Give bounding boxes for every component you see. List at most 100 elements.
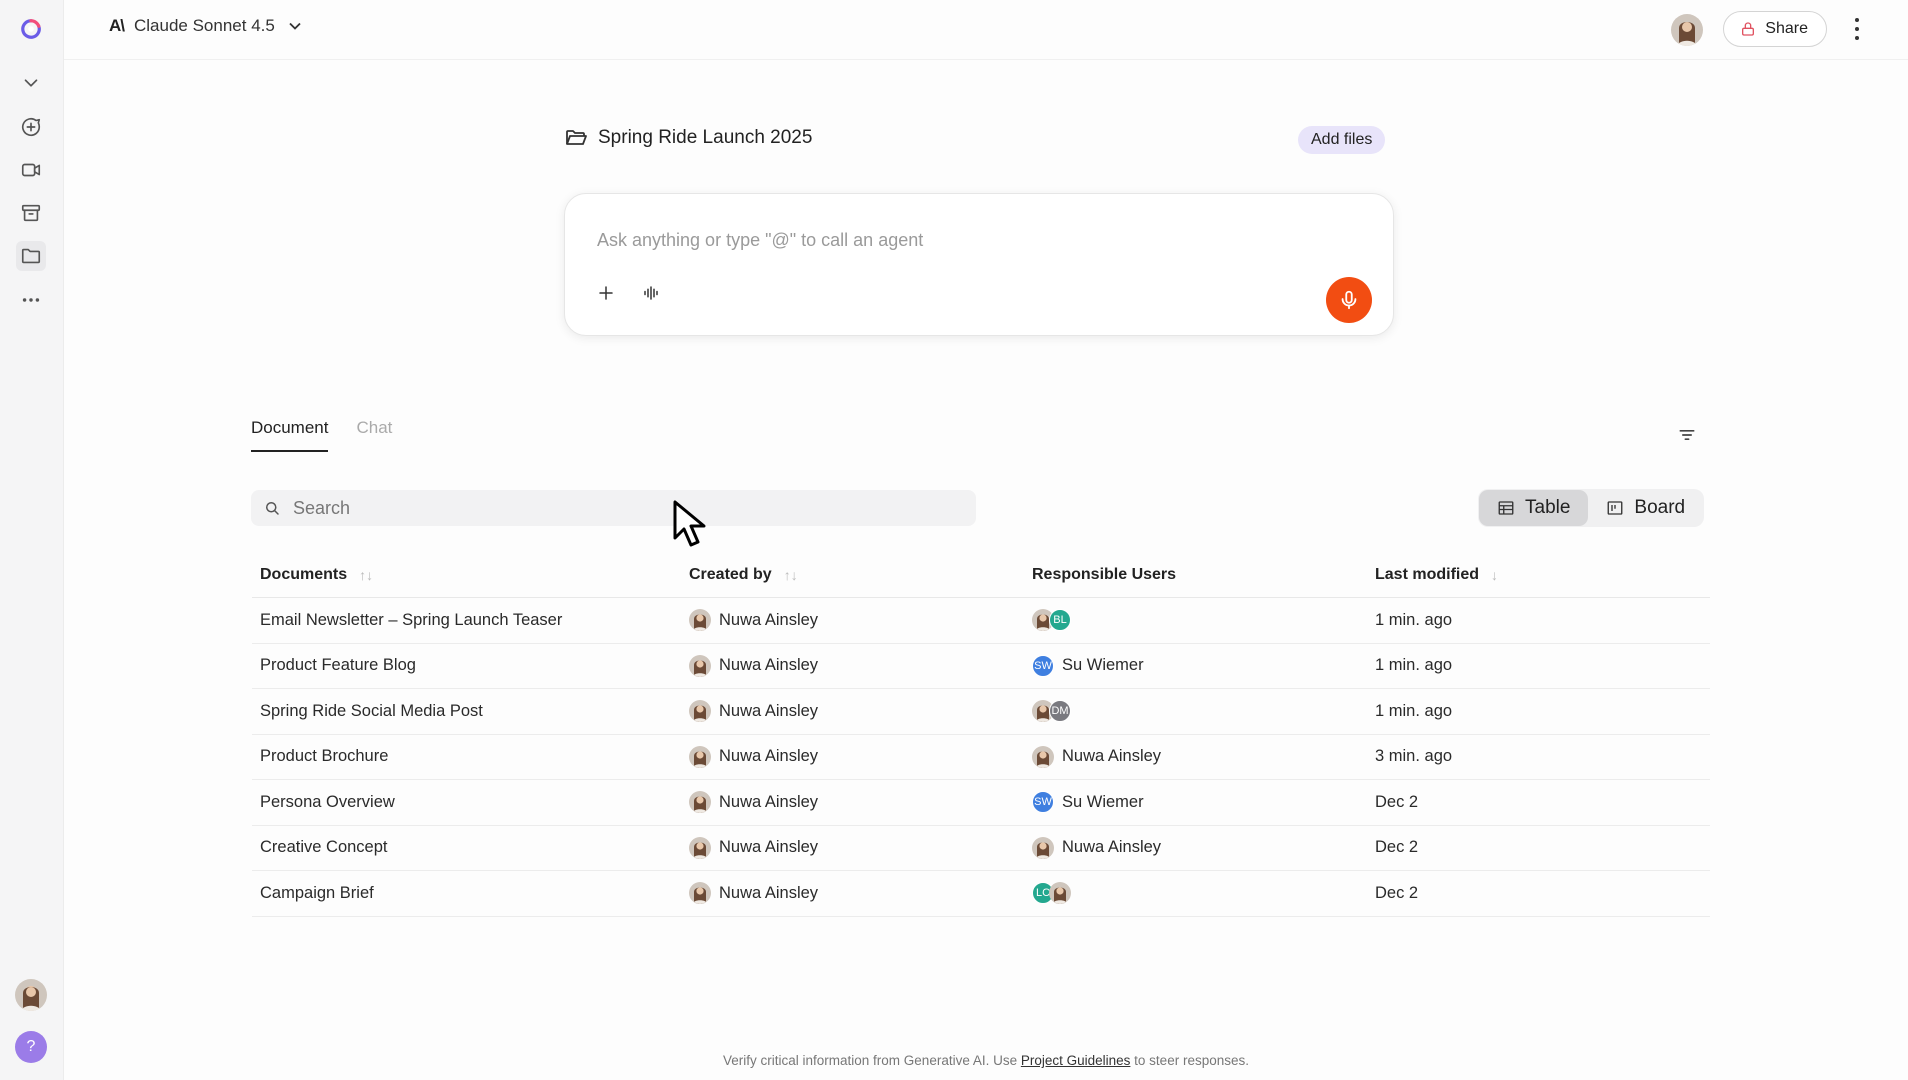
audio-wave-icon[interactable] [642,284,660,302]
search-input[interactable] [293,497,933,519]
tab-document[interactable]: Document [251,418,329,452]
creator-name: Nuwa Ainsley [719,747,819,766]
sort-icon[interactable]: ↑↓ [359,567,373,583]
disclaimer-footer: Verify critical information from Generat… [0,1053,1908,1068]
prompt-input[interactable]: Ask anything or type "@" to call an agen… [597,230,923,251]
video-icon[interactable] [16,155,46,185]
avatar-initials: DM [1049,700,1071,723]
document-name[interactable]: Spring Ride Social Media Post [252,702,681,721]
column-header-created-by[interactable]: Created by ↑↓ [681,566,1024,584]
creator-name: Nuwa Ainsley [719,701,819,720]
created-by-cell: Nuwa Ainsley [681,745,1024,768]
folder-icon[interactable] [16,241,46,271]
table-row[interactable]: Email Newsletter – Spring Launch Teaser N… [252,598,1710,644]
share-button[interactable]: Share [1723,11,1827,47]
responsible-users-cell[interactable]: SW Su Wiemer [1024,654,1367,677]
column-header-responsible-users[interactable]: Responsible Users [1024,566,1367,584]
chevron-down-icon [289,22,301,30]
avatar-stack [1032,836,1054,859]
created-by-cell: Nuwa Ainsley [681,700,1024,723]
mouse-cursor-icon [673,500,706,547]
avatar-initials: SW [1032,791,1054,814]
model-selector[interactable]: A\ Claude Sonnet 4.5 [109,16,305,36]
app-logo-icon[interactable] [16,14,46,44]
last-modified-cell: 1 min. ago [1375,656,1453,675]
microphone-button[interactable] [1326,277,1372,323]
filter-icon[interactable] [1677,425,1697,445]
last-modified-cell: 3 min. ago [1375,747,1453,766]
document-name[interactable]: Campaign Brief [252,884,681,903]
table-header: Documents ↑↓ Created by ↑↓ Responsible Use… [252,552,1710,598]
avatar [1032,745,1054,768]
tab-chat[interactable]: Chat [356,418,392,452]
responsible-users-cell[interactable]: Nuwa Ainsley [1024,745,1367,768]
responsible-users-cell[interactable]: LC [1024,882,1367,905]
new-chat-icon[interactable] [16,112,46,142]
footer-text-after: to steer responses. [1130,1053,1249,1068]
document-name[interactable]: Product Brochure [252,747,681,766]
microphone-icon [1341,290,1357,310]
model-logo-icon: A\ [109,16,125,35]
chevron-down-icon[interactable] [16,68,46,98]
last-modified-cell: Dec 2 [1375,792,1419,811]
plus-icon[interactable] [597,284,615,302]
column-header-last-modified[interactable]: Last modified ↓ [1367,566,1710,584]
add-files-button[interactable]: Add files [1298,126,1386,154]
created-by-cell: Nuwa Ainsley [681,654,1024,677]
table-row[interactable]: Persona Overview Nuwa Ainsley SW Su Wiemer D… [252,780,1710,826]
top-bar: A\ Claude Sonnet 4.5 Share [64,0,1908,60]
avatar-initials: SW [1032,654,1054,677]
collaborator-avatar[interactable] [1671,14,1703,46]
column-header-documents[interactable]: Documents ↑↓ [252,566,681,584]
responsible-user-name: Nuwa Ainsley [1062,838,1162,857]
board-view-label: Board [1634,497,1686,518]
more-options-icon[interactable] [1852,18,1862,40]
archive-icon[interactable] [16,198,46,228]
search-icon [266,502,279,515]
responsible-user-name: Su Wiemer [1062,656,1144,675]
avatar [689,654,711,677]
avatar [689,609,711,632]
sort-icon[interactable]: ↓ [1491,567,1498,583]
table-row[interactable]: Product Feature Blog Nuwa Ainsley SW Su Wie… [252,644,1710,689]
board-icon [1607,501,1623,515]
document-name[interactable]: Product Feature Blog [252,656,681,675]
created-by-cell: Nuwa Ainsley [681,882,1024,905]
responsible-users-cell[interactable]: Nuwa Ainsley [1024,836,1367,859]
document-name[interactable]: Persona Overview [252,793,681,812]
board-view-button[interactable]: Board [1588,490,1703,526]
document-name[interactable]: Creative Concept [252,838,681,857]
sort-icon[interactable]: ↑↓ [784,567,798,583]
prompt-box[interactable]: Ask anything or type "@" to call an agen… [564,193,1394,336]
table-row[interactable]: Product Brochure Nuwa Ainsley Nuwa Ainsley… [252,735,1710,780]
last-modified-cell: Dec 2 [1375,883,1419,902]
footer-text-before: Verify critical information from Generat… [723,1053,1021,1068]
avatar-stack: SW [1032,654,1054,677]
table-icon [1498,501,1514,515]
project-title: Spring Ride Launch 2025 [598,127,813,148]
table-row[interactable]: Creative Concept Nuwa Ainsley Nuwa Ainsley… [252,826,1710,871]
responsible-user-name: Nuwa Ainsley [1062,747,1162,766]
documents-table: Documents ↑↓ Created by ↑↓ Responsible Use… [252,552,1710,917]
table-row[interactable]: Spring Ride Social Media Post Nuwa Ainsle… [252,689,1710,735]
created-by-cell: Nuwa Ainsley [681,791,1024,814]
document-name[interactable]: Email Newsletter – Spring Launch Teaser [252,611,681,630]
creator-name: Nuwa Ainsley [719,656,819,675]
responsible-user-name: Su Wiemer [1062,792,1144,811]
responsible-users-cell[interactable]: BL [1024,609,1367,632]
avatar [1032,836,1054,859]
project-guidelines-link[interactable]: Project Guidelines [1021,1053,1131,1068]
table-row[interactable]: Campaign Brief Nuwa Ainsley LC Dec 2 [252,871,1710,917]
avatar-stack: LC [1032,882,1071,905]
responsible-users-cell[interactable]: DM [1024,700,1367,723]
responsible-users-cell[interactable]: SW Su Wiemer [1024,791,1367,814]
user-avatar[interactable] [15,979,47,1011]
created-by-cell: Nuwa Ainsley [681,609,1024,632]
more-icon[interactable] [16,285,46,315]
avatar-stack: DM [1032,700,1071,723]
view-toggle: Table Board [1478,489,1705,527]
content-tabs: Document Chat [251,418,392,452]
avatar [1049,882,1071,905]
table-view-button[interactable]: Table [1479,490,1589,526]
search-bar [251,490,976,526]
